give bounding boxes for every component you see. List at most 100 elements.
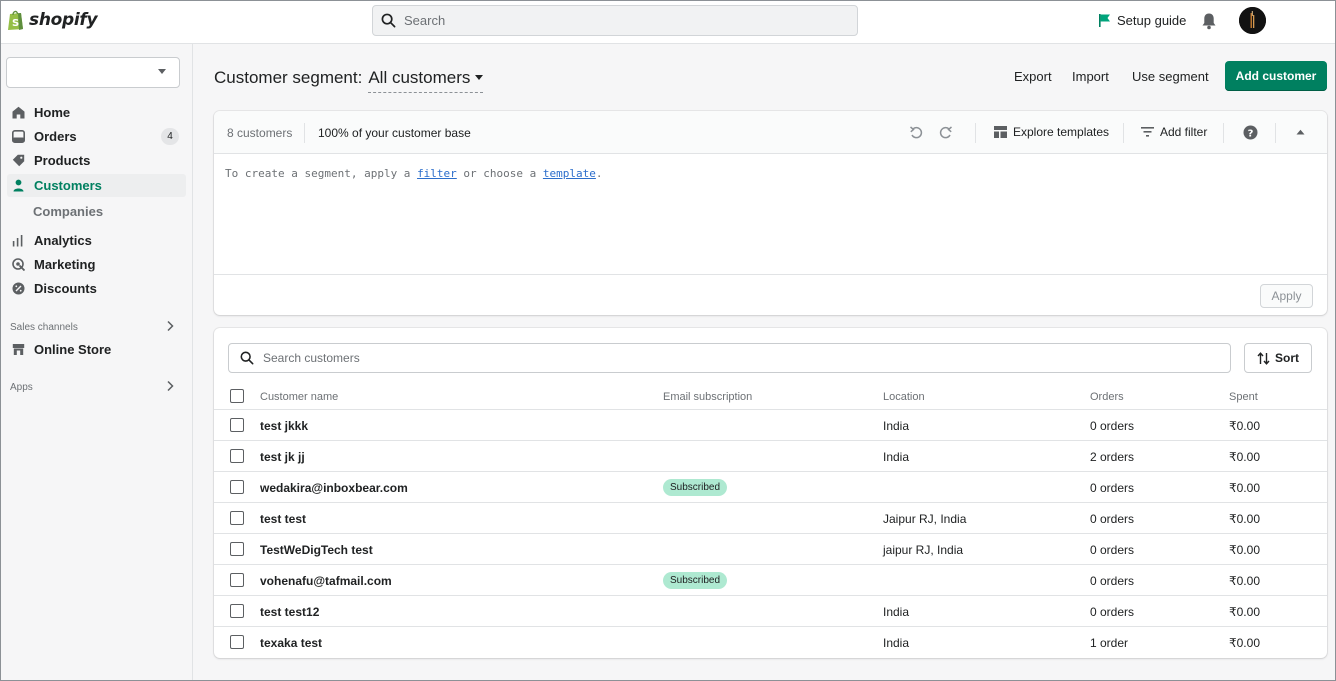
segment-selector[interactable]: All customers bbox=[368, 68, 484, 93]
global-search-input[interactable]: Search bbox=[372, 5, 858, 36]
sidebar-item-label: Marketing bbox=[34, 257, 96, 272]
customer-count: 8 customers bbox=[227, 126, 293, 140]
row-checkbox[interactable] bbox=[230, 604, 244, 618]
column-header-location: Location bbox=[883, 391, 925, 403]
customer-name[interactable]: vohenafu@tafmail.com bbox=[260, 574, 392, 588]
row-checkbox[interactable] bbox=[230, 449, 244, 463]
customer-location: India bbox=[883, 419, 910, 433]
segment-query-editor[interactable]: To create a segment, apply a filter or c… bbox=[225, 167, 603, 180]
customer-base-percent: 100% of your customer base bbox=[318, 126, 471, 140]
editor-hint-prefix: To create a segment, apply a bbox=[225, 167, 418, 180]
customer-location: India bbox=[883, 450, 910, 464]
avatar-image bbox=[1239, 7, 1266, 34]
search-icon bbox=[240, 351, 254, 365]
row-checkbox[interactable] bbox=[230, 511, 244, 525]
chevron-right-icon[interactable] bbox=[166, 380, 174, 392]
search-icon bbox=[381, 13, 396, 28]
sidebar-item-orders[interactable]: Orders 4 bbox=[7, 125, 186, 148]
table-row[interactable]: test test12 India 0 orders ₹0.00 bbox=[214, 596, 1327, 627]
row-checkbox[interactable] bbox=[230, 542, 244, 556]
row-checkbox[interactable] bbox=[230, 573, 244, 587]
search-customers-placeholder: Search customers bbox=[263, 351, 360, 365]
use-segment-button[interactable]: Use segment bbox=[1132, 69, 1209, 84]
sort-button[interactable]: Sort bbox=[1244, 343, 1312, 373]
customer-name[interactable]: test test12 bbox=[260, 605, 319, 619]
bell-icon[interactable] bbox=[1201, 12, 1217, 30]
customer-name[interactable]: texaka test bbox=[260, 636, 322, 650]
row-checkbox[interactable] bbox=[230, 418, 244, 432]
table-row[interactable]: texaka test India 1 order ₹0.00 bbox=[214, 627, 1327, 658]
add-filter-button[interactable]: Add filter bbox=[1141, 125, 1207, 139]
sidebar-item-products[interactable]: Products bbox=[7, 149, 186, 172]
setup-guide-label: Setup guide bbox=[1117, 13, 1187, 28]
apply-button[interactable]: Apply bbox=[1260, 284, 1313, 308]
customer-location: Jaipur RJ, India bbox=[883, 512, 967, 526]
svg-text:?: ? bbox=[1248, 129, 1254, 140]
table-row[interactable]: test test Jaipur RJ, India 0 orders ₹0.00 bbox=[214, 503, 1327, 534]
customer-location: India bbox=[883, 636, 910, 650]
customer-name[interactable]: test jkkk bbox=[260, 419, 308, 433]
customer-orders: 0 orders bbox=[1090, 543, 1135, 557]
customer-orders: 0 orders bbox=[1090, 574, 1135, 588]
sidebar-item-analytics[interactable]: Analytics bbox=[7, 229, 186, 252]
avatar[interactable] bbox=[1239, 7, 1266, 34]
row-checkbox[interactable] bbox=[230, 480, 244, 494]
table-row[interactable]: test jkkk India 0 orders ₹0.00 bbox=[214, 410, 1327, 441]
page-title: Customer segment: All customers bbox=[214, 68, 484, 93]
home-icon bbox=[12, 106, 25, 119]
table-row[interactable]: TestWeDigTech test jaipur RJ, India 0 orde… bbox=[214, 534, 1327, 565]
store-select[interactable] bbox=[6, 57, 180, 88]
import-button[interactable]: Import bbox=[1072, 69, 1109, 84]
customer-location: jaipur RJ, India bbox=[883, 543, 964, 557]
customer-spent: ₹0.00 bbox=[1229, 574, 1260, 588]
sidebar-item-discounts[interactable]: Discounts bbox=[7, 277, 186, 300]
search-customers-input[interactable]: Search customers bbox=[228, 343, 1231, 373]
sidebar-subitem-companies[interactable]: Companies bbox=[33, 204, 103, 219]
search-placeholder: Search bbox=[404, 13, 446, 28]
redo-icon[interactable] bbox=[938, 125, 953, 140]
table-row[interactable]: vohenafu@tafmail.com Subscribed 0 orders ₹0… bbox=[214, 565, 1327, 596]
customer-orders: 0 orders bbox=[1090, 512, 1135, 526]
customer-name[interactable]: test jk jj bbox=[260, 450, 305, 464]
explore-templates-button[interactable]: Explore templates bbox=[994, 125, 1109, 139]
divider bbox=[975, 123, 976, 143]
setup-guide-button[interactable]: Setup guide bbox=[1098, 13, 1186, 28]
sidebar-item-home[interactable]: Home bbox=[7, 101, 186, 124]
collapse-caret-icon[interactable] bbox=[1296, 129, 1305, 135]
sidebar-item-label: Home bbox=[34, 105, 71, 120]
customer-name[interactable]: TestWeDigTech test bbox=[260, 543, 373, 557]
sidebar-item-marketing[interactable]: Marketing bbox=[7, 253, 186, 276]
customer-name[interactable]: test test bbox=[260, 512, 306, 526]
customer-name[interactable]: wedakira@inboxbear.com bbox=[260, 481, 408, 495]
select-all-checkbox[interactable] bbox=[230, 389, 244, 403]
sort-icon bbox=[1257, 351, 1270, 365]
add-filter-label: Add filter bbox=[1160, 125, 1208, 139]
table-row[interactable]: wedakira@inboxbear.com Subscribed 0 orders… bbox=[214, 472, 1327, 503]
editor-hint-mid: or choose a bbox=[456, 167, 543, 180]
customer-spent: ₹0.00 bbox=[1229, 543, 1260, 557]
bar-chart-icon bbox=[12, 234, 25, 247]
export-button[interactable]: Export bbox=[1014, 69, 1052, 84]
sidebar-item-label: Analytics bbox=[34, 233, 92, 248]
flag-icon bbox=[1099, 14, 1110, 27]
row-checkbox[interactable] bbox=[230, 635, 244, 649]
help-icon[interactable]: ? bbox=[1243, 125, 1258, 140]
add-customer-button[interactable]: Add customer bbox=[1225, 61, 1327, 91]
segment-name: All customers bbox=[368, 68, 471, 87]
undo-icon[interactable] bbox=[909, 125, 924, 140]
editor-hint-suffix: . bbox=[595, 167, 603, 180]
sidebar-item-online-store[interactable]: Online Store bbox=[7, 338, 186, 361]
chevron-right-icon[interactable] bbox=[166, 320, 174, 332]
customer-orders: 1 order bbox=[1090, 636, 1129, 650]
customer-orders: 2 orders bbox=[1090, 450, 1135, 464]
template-link[interactable]: template bbox=[543, 167, 596, 180]
table-row[interactable]: test jk jj India 2 orders ₹0.00 bbox=[214, 441, 1327, 472]
customer-spent: ₹0.00 bbox=[1229, 419, 1260, 433]
shopify-logo[interactable]: S shopify bbox=[7, 9, 98, 31]
sidebar-item-customers[interactable]: Customers bbox=[7, 174, 186, 197]
sidebar: Home Orders 4 Products Customers Compani… bbox=[1, 44, 193, 680]
person-icon bbox=[12, 179, 25, 192]
tag-icon bbox=[12, 154, 25, 167]
filter-link[interactable]: filter bbox=[417, 167, 457, 180]
customers-table-card: Search customers Sort Customer name Emai… bbox=[214, 328, 1327, 658]
